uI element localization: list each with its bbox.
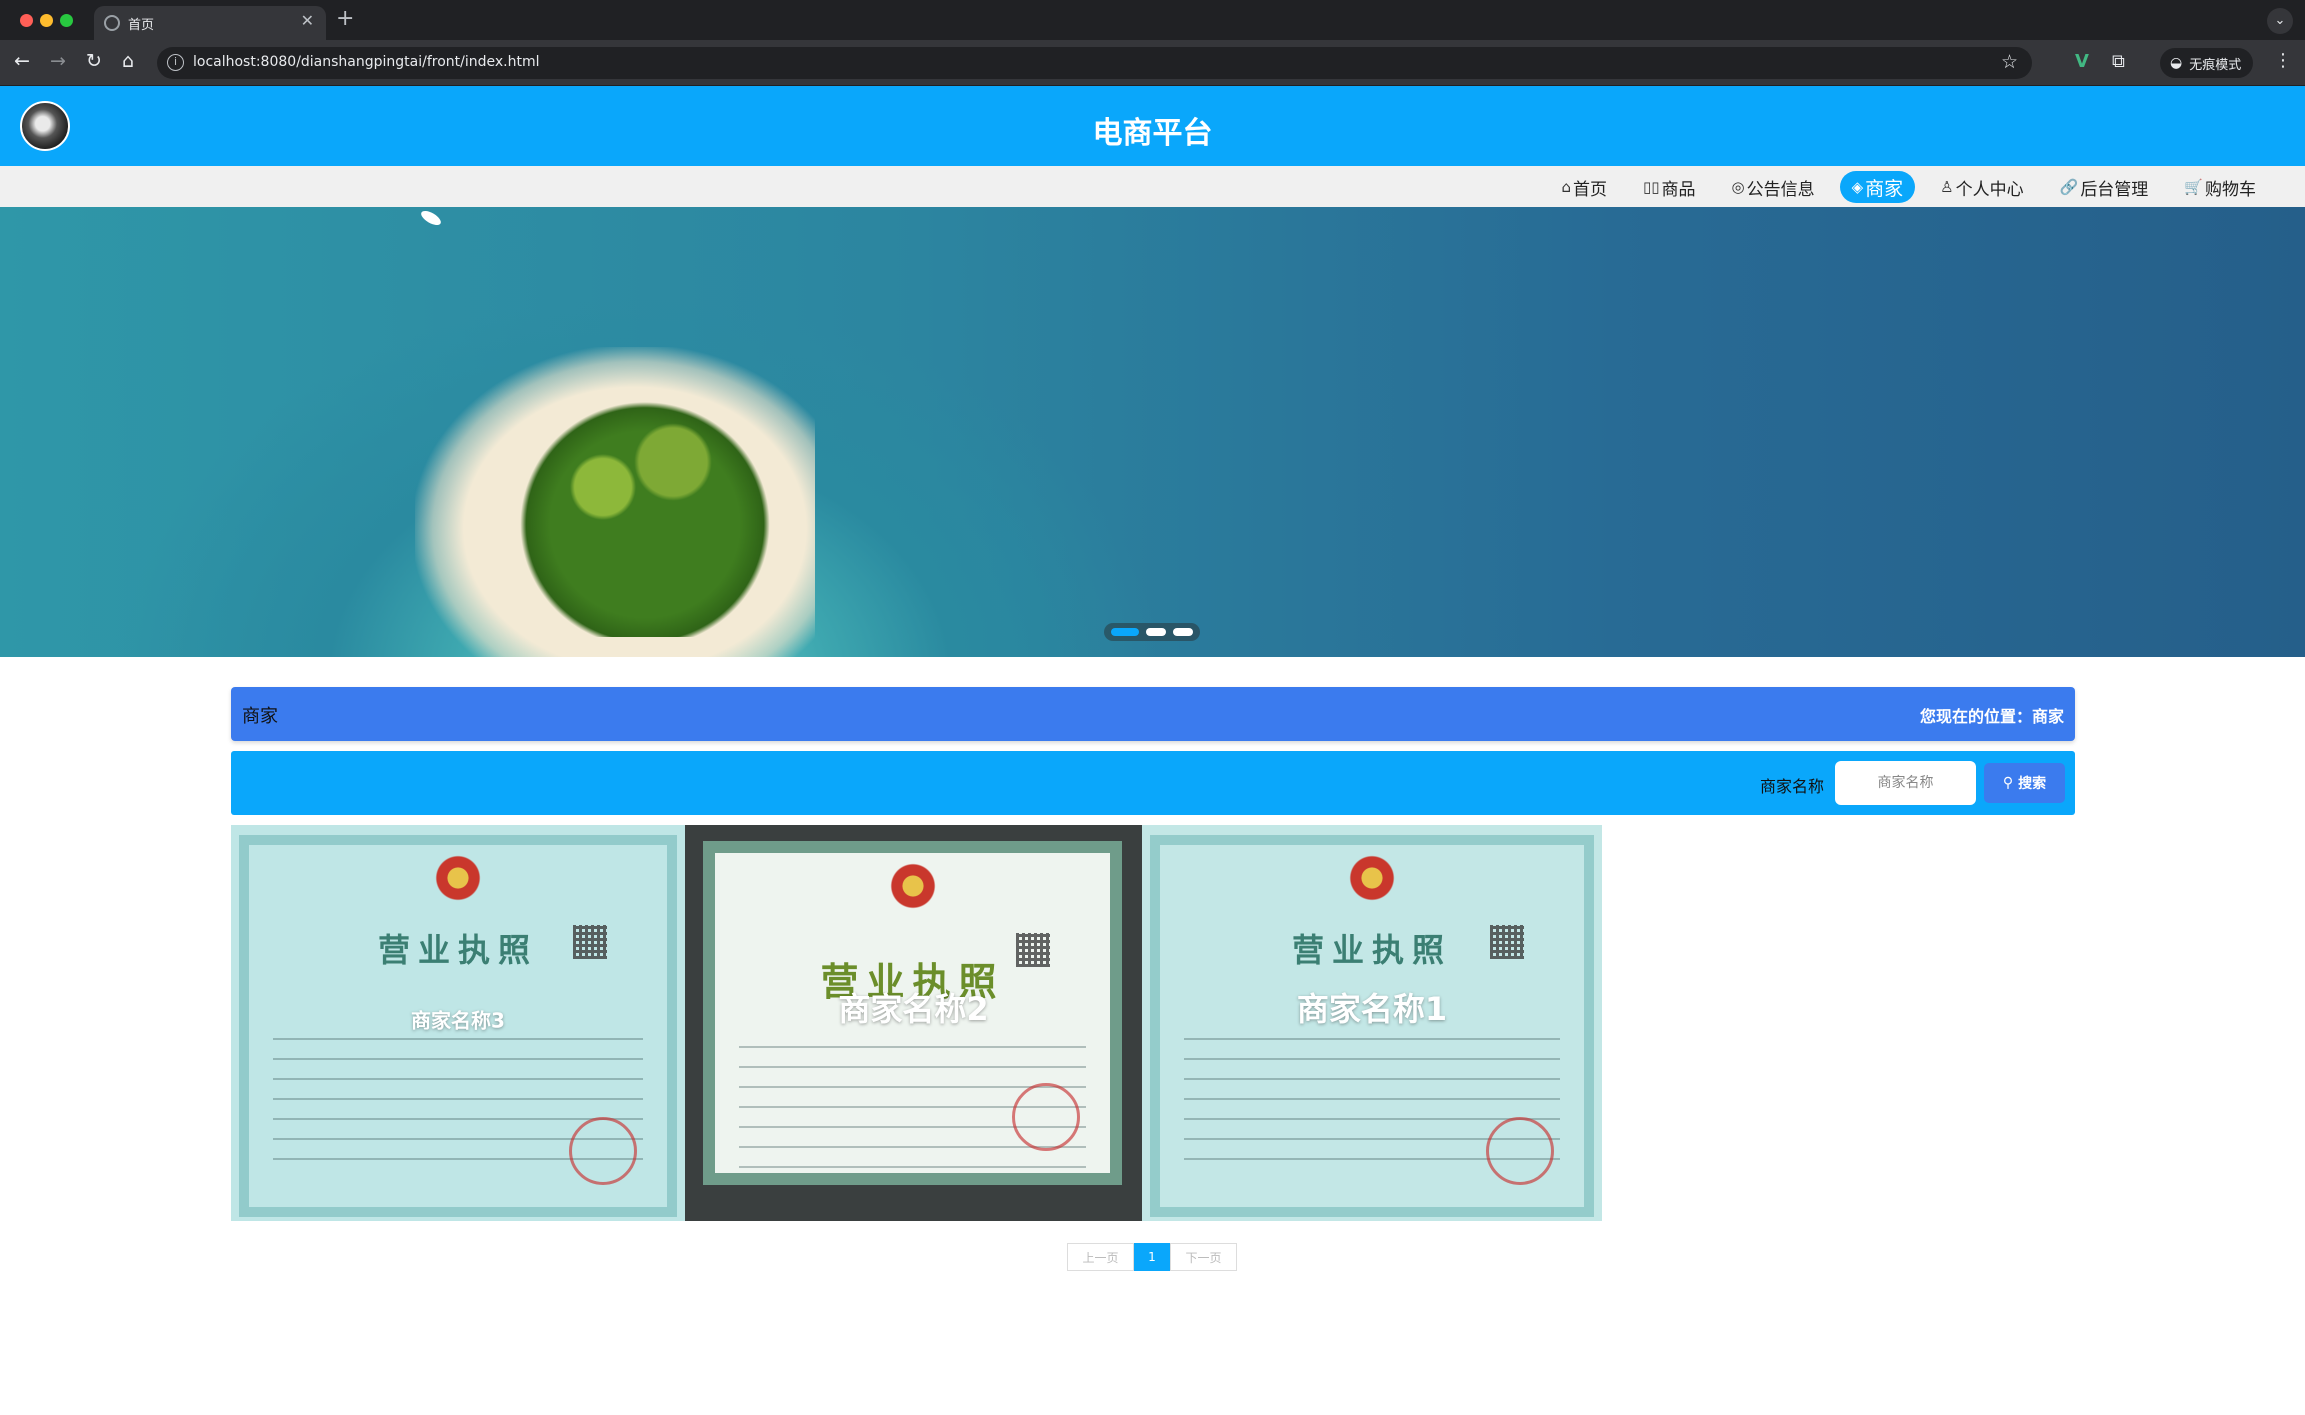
nav-item-profile[interactable]: ♙ 个人中心 [1929,171,2034,203]
pagination: 上一页 1 下一页 [1067,1243,1237,1271]
site-title: 电商平台 [1092,116,1213,151]
official-seal-icon [1486,1117,1554,1185]
close-window-button[interactable] [20,14,33,27]
banner-image-trees [505,387,785,637]
site-header: 电商平台 [0,86,2305,166]
cart-icon: 🛒 [2184,178,2203,196]
user-icon: ♙ [1940,178,1954,196]
search-button-label: 搜索 [2018,776,2047,792]
search-icon: ⚲ [2002,775,2014,791]
banner-carousel[interactable] [0,207,2305,657]
browser-tab-bar: 首页 ✕ + ⌄ [0,0,2305,40]
qr-code-icon [1490,925,1524,959]
nav-item-label: 商家 [1865,177,1904,200]
tab-title: 首页 [128,18,155,33]
merchant-card[interactable]: 营业执照 商家名称3 [231,825,685,1221]
merchant-name[interactable]: 商家名称3 [231,1005,685,1034]
search-button[interactable]: ⚲ 搜索 [1984,763,2065,803]
carousel-indicators [1104,623,1200,641]
merchant-list: 营业执照 商家名称3 营业执照 商家名称2 营业执照 商家名称1 [231,825,1602,1221]
info-icon[interactable]: i [167,54,184,71]
globe-icon [104,15,120,31]
home-icon: ⌂ [1561,178,1571,196]
carousel-dot[interactable] [1146,628,1166,636]
vue-devtools-icon[interactable]: V [2075,51,2089,72]
minimize-window-button[interactable] [40,14,53,27]
national-emblem-icon [1349,853,1395,903]
merchant-card[interactable]: 营业执照 商家名称1 [1142,825,1602,1221]
nav-item-admin[interactable]: 🔗 后台管理 [2049,171,2160,203]
next-page-button[interactable]: 下一页 [1170,1243,1237,1271]
nav-item-cart[interactable]: 🛒 购物车 [2173,171,2267,203]
close-tab-icon[interactable]: ✕ [301,11,314,30]
nav-item-announcements[interactable]: ◎ 公告信息 [1721,171,1826,203]
qr-code-icon [573,925,607,959]
maximize-window-button[interactable] [60,14,73,27]
nav-item-label: 商品 [1661,179,1696,200]
address-bar[interactable]: i localhost:8080/dianshangpingtai/front/… [157,47,2032,79]
incognito-label: 无痕模式 [2189,57,2242,73]
forward-icon[interactable]: → [50,50,66,72]
nav-item-products[interactable]: ▯▯ 商品 [1632,171,1707,203]
nav-item-merchants[interactable]: ◈ 商家 [1839,171,1916,203]
incognito-icon: ◒ [2170,55,2183,71]
tab-search-icon[interactable]: ⌄ [2267,8,2293,34]
graduation-cap-icon: ◈ [1851,178,1864,196]
page-number-button[interactable]: 1 [1134,1243,1170,1271]
bell-icon: ◎ [1731,178,1745,196]
link-icon: 🔗 [2059,178,2079,196]
official-seal-icon [1012,1083,1080,1151]
reload-icon[interactable]: ↻ [86,50,102,72]
search-bar: 商家名称 ⚲ 搜索 [231,751,2075,815]
carousel-dot[interactable] [1173,628,1193,636]
back-icon[interactable]: ← [14,50,30,72]
prev-page-button[interactable]: 上一页 [1067,1243,1134,1271]
home-icon[interactable]: ⌂ [122,50,134,72]
url-text[interactable]: localhost:8080/dianshangpingtai/front/in… [193,54,540,70]
section-title: 商家 [242,706,278,727]
new-tab-button[interactable]: + [336,6,354,31]
merchant-name[interactable]: 商家名称1 [1142,984,1602,1030]
extensions-icon[interactable]: ⧉ [2112,51,2125,72]
current-location: 您现在的位置：商家 [1919,707,2064,726]
main-nav: ⌂ 首页 ▯▯ 商品 ◎ 公告信息 ◈ 商家 ♙ 个人中心 🔗 后台管理 🛒 购… [0,166,2305,207]
nav-item-home[interactable]: ⌂ 首页 [1550,171,1618,203]
qr-code-icon [1016,933,1050,967]
browser-toolbar: ← → ↻ ⌂ i localhost:8080/dianshangpingta… [0,40,2305,86]
menu-icon[interactable]: ⋮ [2274,50,2292,71]
merchant-name-input[interactable] [1835,761,1976,805]
nav-item-label: 首页 [1573,179,1607,200]
nav-item-label: 购物车 [2205,179,2256,200]
browser-tab[interactable]: 首页 ✕ [94,6,326,40]
official-seal-icon [569,1117,637,1185]
breadcrumb: 商家 您现在的位置：商家 [231,687,2075,741]
search-label: 商家名称 [1760,777,1825,796]
star-icon[interactable]: ☆ [2001,51,2018,73]
merchant-name[interactable]: 商家名称2 [685,984,1142,1030]
nav-item-label: 个人中心 [1955,179,2024,200]
nav-item-label: 后台管理 [2080,179,2149,200]
national-emblem-icon [435,853,481,903]
banner-image-boat [418,208,444,228]
national-emblem-icon [889,861,936,911]
carousel-dot[interactable] [1111,628,1139,636]
incognito-badge[interactable]: ◒ 无痕模式 [2160,48,2254,78]
nav-item-label: 公告信息 [1746,179,1815,200]
merchant-card[interactable]: 营业执照 商家名称2 [685,825,1142,1221]
book-icon: ▯▯ [1643,178,1660,196]
